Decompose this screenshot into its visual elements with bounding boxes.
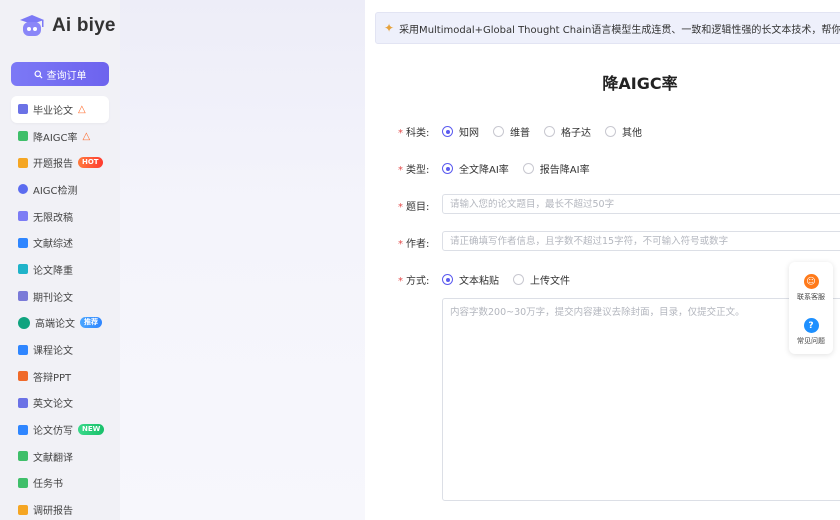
author-row: * 作者: [398,235,442,250]
type-row: * 类型: 全文降AI率 报告降AI率 [398,161,604,176]
main-panel: ✦ 采用Multimodal+Global Thought Chain语言模型生… [365,0,840,520]
sidebar-item-literature-translate[interactable]: 文献翻译 [11,443,109,470]
ppt-icon [18,371,28,382]
brand-logo[interactable]: Ai biye [18,14,116,38]
sidebar-item-proposal-report[interactable]: 开题报告 HOT [11,149,109,176]
ai-chip-icon [18,131,28,142]
sidebar-item-label: 答辩PPT [33,372,72,384]
sidebar-item-label: 毕业论文 [33,105,73,117]
book-icon [18,237,28,248]
sidebar-item-label: 降AIGC率 [33,132,78,144]
sidebar: Ai biye 查询订单 毕业论文 △ 降AIGC率 △ 开题报告 HOT AI… [0,0,120,520]
sidebar-item-label: 高端论文 [35,319,75,331]
contact-service-label: 联系客服 [797,293,825,301]
survey-icon [18,504,28,515]
sidebar-item-task-book[interactable]: 任务书 [11,470,109,497]
radio-method-upload[interactable]: 上传文件 [513,272,570,287]
author-label: * 作者: [398,239,430,250]
fire-icon: △ [82,130,91,142]
radio-subject-vip[interactable]: 维普 [493,124,530,139]
sidebar-item-paper-imitate[interactable]: 论文仿写 NEW [11,416,109,443]
radio-subject-gezida[interactable]: 格子达 [544,124,591,139]
faq-label: 常见问题 [797,337,825,345]
fire-icon: △ [78,103,86,115]
sidebar-item-plagiarism-reduce[interactable]: 论文降重 [11,256,109,283]
sidebar-item-label: 文献综述 [33,239,73,251]
sidebar-item-label: 文献翻译 [33,452,73,464]
sidebar-item-aigc-detect[interactable]: AIGC检测 [11,176,109,203]
sidebar-item-label: 开题报告 [33,159,73,171]
english-cap-icon [18,397,28,408]
sidebar-item-survey-report[interactable]: 调研报告 [11,496,109,520]
search-icon [33,69,43,79]
contact-service-button[interactable]: ☺ 联系客服 [789,274,833,302]
radio-method-paste[interactable]: 文本粘贴 [442,272,499,287]
report-icon [18,157,28,168]
question-icon: ? [803,318,819,333]
sidebar-item-label: 论文仿写 [33,426,73,438]
faq-button[interactable]: ? 常见问题 [789,318,833,346]
sidebar-item-label: AIGC检测 [33,185,78,197]
topic-label: * 题目: [398,202,430,213]
sidebar-item-journal-paper[interactable]: 期刊论文 [11,283,109,310]
sidebar-item-label: 任务书 [33,479,63,491]
sidebar-nav: 毕业论文 △ 降AIGC率 △ 开题报告 HOT AIGC检测 无限改稿 文献综… [11,96,109,520]
new-badge: NEW [78,424,105,436]
sidebar-item-label: 调研报告 [33,506,73,518]
sidebar-item-reduce-aigc[interactable]: 降AIGC率 △ [11,123,109,150]
method-row: * 方式: 文本粘贴 上传文件 [398,272,584,287]
edit-icon [18,211,28,222]
radio-type-report[interactable]: 报告降AI率 [522,161,590,176]
translate-icon [18,451,28,462]
sidebar-item-label: 论文降重 [33,265,73,277]
sidebar-item-literature-review[interactable]: 文献综述 [11,229,109,256]
sidebar-item-label: 英文论文 [33,399,73,411]
query-order-label: 查询订单 [46,70,87,82]
task-icon [18,477,28,488]
customer-service-icon: ☺ [803,274,819,289]
sidebar-item-label: 期刊论文 [33,292,73,304]
sidebar-item-premium-paper[interactable]: 高端论文 推荐 [11,310,109,337]
robot-logo-icon [18,14,46,38]
topic-row: * 题目: [398,198,442,213]
subject-row: * 科类: 知网 维普 格子达 其他 [398,124,656,139]
background-panel [120,0,365,520]
recommend-badge: 推荐 [80,317,102,329]
journal-icon [18,291,28,302]
sidebar-item-course-paper[interactable]: 课程论文 [11,336,109,363]
reduce-icon [18,264,28,275]
radio-subject-cnki[interactable]: 知网 [442,124,479,139]
radio-type-fulltext[interactable]: 全文降AI率 [442,161,509,176]
announcement-banner: ✦ 采用Multimodal+Global Thought Chain语言模型生… [375,12,840,44]
topic-input[interactable] [442,194,840,214]
graduation-cap-icon [18,104,28,115]
radio-subject-other[interactable]: 其他 [605,124,642,139]
gpt-icon [18,316,30,329]
floating-help-panel: ☺ 联系客服 ? 常见问题 [789,262,833,354]
sidebar-item-graduation-thesis[interactable]: 毕业论文 △ [11,96,109,123]
method-label: * 方式: [398,276,430,287]
sidebar-item-english-paper[interactable]: 英文论文 [11,390,109,417]
course-icon [18,344,28,355]
sidebar-item-unlimited-edit[interactable]: 无限改稿 [11,203,109,230]
brand-name: Ai biye [52,15,116,36]
sidebar-item-label: 无限改稿 [33,212,73,224]
sidebar-item-defense-ppt[interactable]: 答辩PPT [11,363,109,390]
subject-label: * 科类: [398,128,430,139]
page-title: 降AIGC率 [602,74,678,93]
hot-badge: HOT [78,157,103,169]
detect-icon [18,184,28,195]
banner-text: 采用Multimodal+Global Thought Chain语言模型生成连… [399,24,840,36]
content-textarea[interactable] [442,298,840,501]
type-label: * 类型: [398,165,430,176]
imitate-icon [18,424,28,435]
query-order-button[interactable]: 查询订单 [11,62,109,86]
party-popper-icon: ✦ [384,21,395,35]
sidebar-item-label: 课程论文 [33,346,73,358]
author-input[interactable] [442,231,840,251]
